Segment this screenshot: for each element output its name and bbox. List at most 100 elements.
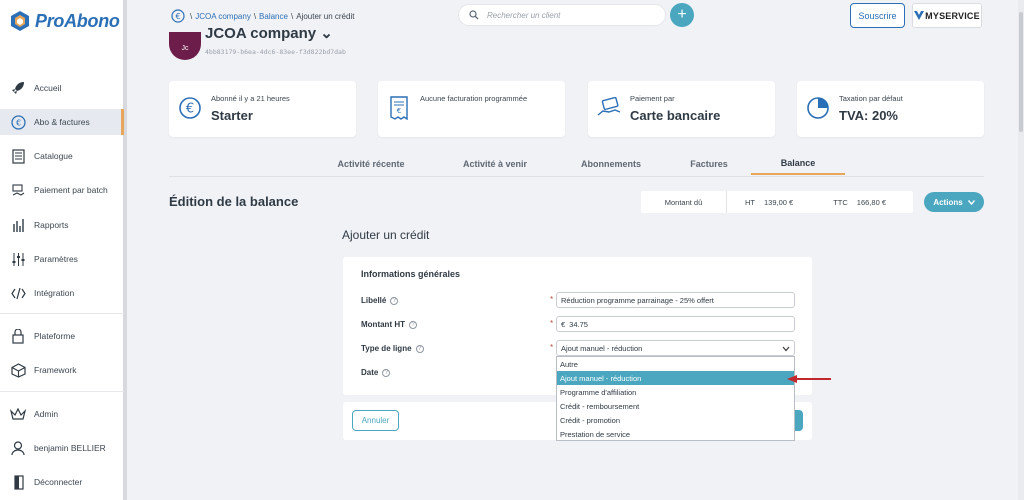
svg-text:€: € [186,102,194,117]
logo-text: ProAbono [35,10,120,31]
required-mark: * [550,319,554,328]
proabono-logo-icon [11,11,29,31]
sidebar-item-parametres[interactable]: Paramètres [0,246,124,272]
libelle-input[interactable]: Réduction programme parrainage - 25% off… [556,292,795,308]
dropdown-option[interactable]: Crédit - remboursement [557,399,794,413]
libelle-value: Réduction programme parrainage - 25% off… [561,295,714,305]
card-billing: € Aucune facturation programmée [378,81,565,137]
card-caption: Paiement par [630,94,675,103]
type-select[interactable]: Ajout manuel - réduction [556,340,795,356]
sidebar: ProAbono Accueil € Abo & factures Catalo… [0,0,127,500]
breadcrumb-current: Ajouter un crédit [296,11,355,21]
scrollbar-thumb[interactable] [1019,12,1023,132]
type-dropdown-list: Autre Ajout manuel - réduction Programme… [556,356,795,441]
montant-value: 34.75 [569,319,588,329]
code-icon [10,285,26,301]
dropdown-option[interactable]: Prestation de service [557,427,794,441]
help-icon[interactable]: ? [382,368,391,377]
sidebar-item-label: Rapports [34,220,69,230]
rocket-icon [10,80,26,96]
field-label: Type de ligne [361,344,412,353]
euro-icon: € [171,9,185,23]
logout-icon [10,474,26,490]
currency-symbol: € [561,319,566,329]
sidebar-item-rapports[interactable]: Rapports [0,212,124,238]
svg-text:€: € [175,12,180,21]
sidebar-item-label: benjamin BELLIER [34,443,106,453]
ttc-label: TTC [833,197,848,207]
dropdown-option[interactable]: Programme d'affiliation [557,385,794,399]
sidebar-item-label: Framework [34,365,77,375]
help-icon[interactable]: ? [390,296,399,305]
form-section-title: Informations générales [361,269,461,279]
tab-factures[interactable]: Factures [662,152,756,175]
subscribe-button[interactable]: Souscrire [850,3,905,28]
dropdown-option-selected[interactable]: Ajout manuel - réduction [557,371,794,385]
amount-due-box: Montant dû HT 139,00 € TTC 166,80 € [641,191,913,213]
actions-button[interactable]: Actions [924,192,984,212]
tab-abonnements[interactable]: Abonnements [564,152,658,175]
myservice-text: MYSERVICE [925,10,980,21]
sidebar-item-label: Admin [34,409,59,419]
company-name[interactable]: JCOA company ⌄ [205,24,333,42]
ht-value: 139,00 € [764,197,794,207]
montant-label: Montant HT ? [361,320,417,329]
logo[interactable]: ProAbono [10,10,120,32]
sidebar-divider [0,313,124,314]
form-title: Ajouter un crédit [342,228,430,242]
field-label: Montant HT [361,320,405,329]
breadcrumb-sep: \ [290,11,294,21]
sidebar-item-label: Intégration [34,288,75,298]
dropdown-option[interactable]: Autre [557,357,794,371]
required-mark: * [550,295,554,304]
breadcrumb-sep: \ [190,11,193,21]
chevron-down-icon [967,199,975,205]
sidebar-item-label: Paramètres [34,254,78,264]
search-placeholder: Rechercher un client [487,10,561,20]
avatar: Jc [169,32,201,60]
sidebar-item-label: Abo & factures [34,117,90,127]
card-value: Starter [211,108,253,123]
sidebar-item-catalogue[interactable]: Catalogue [0,143,124,169]
sidebar-item-plateforme[interactable]: Plateforme [0,323,124,349]
sidebar-item-label: Paiement par batch [34,185,108,195]
settings-sliders-icon [10,251,26,267]
breadcrumb-company[interactable]: JCOA company [195,12,251,21]
sidebar-item-admin[interactable]: Admin [0,401,124,427]
euro-circle-icon: € [177,95,203,121]
search-icon [469,10,479,20]
sidebar-item-label: Déconnecter [34,477,83,487]
tab-activite-a-venir[interactable]: Activité à venir [448,152,542,175]
help-icon[interactable]: ? [409,320,417,329]
tab-balance[interactable]: Balance [751,152,845,175]
cancel-button[interactable]: Annuler [352,410,399,431]
sidebar-item-deconnecter[interactable]: Déconnecter [0,469,124,495]
company-id: 4bb83179-b6ea-4dc6-83ee-f3d822bd7dab [205,48,346,56]
sidebar-item-paiement-batch[interactable]: Paiement par batch [0,177,124,203]
sidebar-item-framework[interactable]: Framework [0,357,124,383]
search-input[interactable]: Rechercher un client [458,4,666,26]
catalog-icon [10,148,26,164]
breadcrumb-balance[interactable]: Balance [259,12,288,21]
tab-activite-recente[interactable]: Activité récente [324,152,418,175]
reports-icon [10,217,26,233]
plus-icon: + [677,6,687,23]
sidebar-item-user[interactable]: benjamin BELLIER [0,435,124,461]
amount-due-label: Montant dû [641,191,727,213]
montant-input[interactable]: € 34.75 [556,316,795,332]
field-label: Date [361,368,379,377]
card-caption: Taxation par défaut [839,94,903,103]
dropdown-option[interactable]: Crédit - promotion [557,413,794,427]
sidebar-item-accueil[interactable]: Accueil [0,75,124,101]
add-button[interactable]: + [670,3,694,27]
sidebar-item-abo-factures[interactable]: € Abo & factures [0,109,124,135]
svg-text:€: € [397,107,401,115]
breadcrumb-sep: \ [253,11,257,21]
help-icon[interactable]: ? [415,344,424,353]
sidebar-item-integration[interactable]: Intégration [0,280,124,306]
myservice-logo[interactable]: MYSERVICE [912,3,982,28]
myservice-mark-icon [914,11,925,20]
page-title: Édition de la balance [169,194,299,209]
card-value: TVA: 20% [839,108,898,123]
card-subscription: € Abonné il y a 21 heures Starter [169,81,356,137]
